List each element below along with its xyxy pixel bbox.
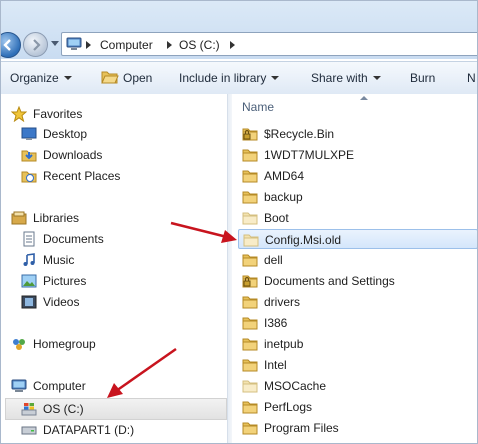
- address-bar-area: Computer OS (C:): [1, 1, 477, 59]
- folder-icon: [242, 338, 258, 351]
- back-button[interactable]: [1, 32, 21, 58]
- star-icon: [11, 106, 27, 122]
- chevron-down-icon: [372, 76, 381, 80]
- explorer-window: Computer OS (C:) Organize Open Include i…: [0, 0, 478, 444]
- file-name: $Recycle.Bin: [264, 127, 335, 141]
- file-name: drivers: [264, 295, 301, 309]
- file-name: Documents and Settings: [264, 274, 395, 288]
- recent-places-icon: [21, 171, 37, 183]
- file-name: backup: [264, 190, 303, 204]
- file-name: AMD64: [264, 169, 305, 183]
- file-row[interactable]: drivers: [238, 292, 477, 312]
- file-name: Config.Msi.old: [265, 233, 342, 247]
- folder-icon: [242, 170, 258, 183]
- folder-icon: [242, 149, 258, 162]
- organize-button[interactable]: Organize: [10, 71, 72, 85]
- locked-folder-icon: [242, 128, 258, 141]
- breadcrumb-separator[interactable]: [86, 41, 91, 49]
- file-row[interactable]: Program Files: [238, 418, 477, 438]
- share-with-button[interactable]: Share with: [311, 71, 381, 85]
- file-row[interactable]: PerfLogs: [238, 397, 477, 417]
- navigation-pane: Favorites Desktop Downloads Recent Place…: [1, 94, 227, 443]
- file-row[interactable]: backup: [238, 187, 477, 207]
- computer-icon: [66, 37, 82, 50]
- command-bar: Organize Open Include in library Share w…: [1, 61, 477, 95]
- open-button[interactable]: Open: [101, 71, 152, 85]
- computer-icon: [11, 379, 27, 392]
- file-row[interactable]: MSOCache: [238, 376, 477, 396]
- hidden-folder-icon: [243, 234, 259, 247]
- file-row[interactable]: I386: [238, 313, 477, 333]
- hidden-folder-icon: [242, 212, 258, 225]
- folder-icon: [242, 422, 258, 435]
- file-row[interactable]: Boot: [238, 208, 477, 228]
- sort-ascending-icon: [360, 96, 368, 100]
- file-row[interactable]: $Recycle.Bin: [238, 124, 477, 144]
- hidden-folder-icon: [242, 380, 258, 393]
- file-list: Name $Recycle.Bin 1WDT7MULXPE AMD64 backup B…: [232, 94, 477, 443]
- back-arrow-icon: [3, 39, 11, 51]
- file-row[interactable]: AMD64: [238, 166, 477, 186]
- hard-drive-icon: [21, 426, 37, 435]
- recent-pages-dropdown[interactable]: [51, 41, 59, 46]
- breadcrumb-separator[interactable]: [167, 41, 172, 49]
- chevron-down-icon: [271, 76, 280, 80]
- new-folder-button[interactable]: N: [467, 71, 476, 85]
- file-name: Boot: [264, 211, 289, 225]
- desktop-icon: [21, 127, 37, 140]
- videos-icon: [21, 295, 37, 309]
- chevron-down-icon: [63, 76, 72, 80]
- open-folder-icon: [101, 71, 119, 84]
- file-name: PerfLogs: [264, 400, 313, 414]
- file-name: Intel: [264, 358, 287, 372]
- breadcrumb-os-c[interactable]: OS (C:): [179, 38, 220, 52]
- folder-icon: [242, 401, 258, 414]
- pictures-icon: [21, 274, 37, 288]
- forward-button[interactable]: [23, 32, 48, 57]
- address-field[interactable]: Computer OS (C:): [61, 32, 477, 56]
- file-name: inetpub: [264, 337, 304, 351]
- file-row[interactable]: Config.Msi.old: [238, 229, 477, 249]
- file-row[interactable]: inetpub: [238, 334, 477, 354]
- music-icon: [23, 253, 35, 266]
- breadcrumb-computer[interactable]: Computer: [100, 38, 153, 52]
- column-header-name[interactable]: Name: [242, 100, 274, 114]
- folder-icon: [242, 296, 258, 309]
- breadcrumb-separator[interactable]: [230, 41, 235, 49]
- file-name: Program Files: [264, 421, 339, 435]
- file-name: I386: [264, 316, 288, 330]
- file-row[interactable]: dell: [238, 250, 477, 270]
- file-name: dell: [264, 253, 283, 267]
- folder-icon: [242, 317, 258, 330]
- nav-selection-highlight: [5, 398, 227, 420]
- burn-button[interactable]: Burn: [410, 71, 435, 85]
- file-row[interactable]: Intel: [238, 355, 477, 375]
- folder-icon: [242, 191, 258, 204]
- windows-drive-icon: [21, 403, 37, 416]
- forward-arrow-icon: [33, 39, 41, 51]
- locked-folder-icon: [242, 275, 258, 288]
- homegroup-icon: [13, 339, 25, 350]
- folder-icon: [242, 254, 258, 267]
- libraries-icon: [11, 211, 27, 225]
- file-name: 1WDT7MULXPE: [264, 148, 355, 162]
- file-row[interactable]: 1WDT7MULXPE: [238, 145, 477, 165]
- file-row[interactable]: Documents and Settings: [238, 271, 477, 291]
- folder-icon: [242, 359, 258, 372]
- downloads-folder-icon: [21, 150, 37, 162]
- include-in-library-button[interactable]: Include in library: [179, 71, 280, 85]
- documents-icon: [23, 231, 35, 247]
- file-name: MSOCache: [264, 379, 327, 393]
